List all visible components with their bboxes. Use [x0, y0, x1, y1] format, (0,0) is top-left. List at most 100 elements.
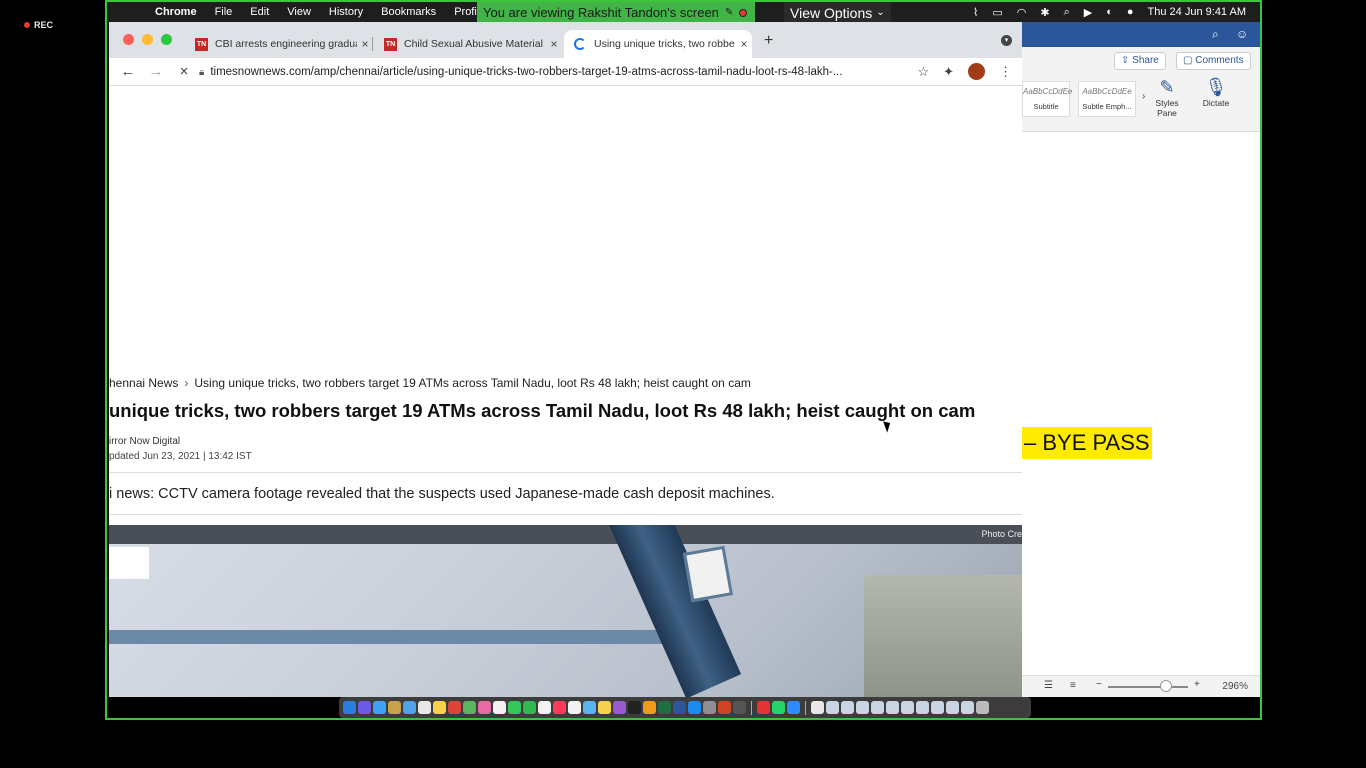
style-subtle-emphasis[interactable]: AaBbCcDdEe Subtle Emph... [1078, 81, 1136, 117]
minimized-window-icon[interactable] [916, 701, 929, 714]
siri-app-icon[interactable] [358, 701, 371, 714]
share-button[interactable]: ⇪ Share [1114, 52, 1166, 70]
facetime-icon[interactable] [523, 701, 536, 714]
bluetooth-icon[interactable]: ✱ [1040, 6, 1049, 19]
siri-icon[interactable]: ● [1127, 6, 1134, 18]
extensions-puzzle-icon[interactable]: ✦ [943, 64, 954, 80]
calendar-icon[interactable] [418, 701, 431, 714]
zoom-slider-knob[interactable] [1160, 680, 1172, 692]
zoom-out-icon[interactable]: − [1096, 679, 1102, 690]
lock-icon[interactable]: 🔒︎ [199, 67, 204, 78]
close-window-button[interactable] [123, 34, 134, 45]
excel-icon[interactable] [658, 701, 671, 714]
finder-icon[interactable] [343, 701, 356, 714]
close-icon[interactable]: × [546, 37, 562, 51]
notes-icon[interactable] [598, 701, 611, 714]
app-store-icon[interactable] [688, 701, 701, 714]
outline-view-icon[interactable]: ☰ [1044, 680, 1053, 691]
profile-avatar[interactable] [968, 63, 985, 80]
acrobat-icon[interactable] [757, 701, 770, 714]
podcasts-icon[interactable] [613, 701, 626, 714]
smiley-feedback-icon[interactable]: ☺ [1236, 27, 1248, 41]
zoom-percentage[interactable]: 296% [1222, 681, 1248, 692]
maps-icon[interactable] [463, 701, 476, 714]
safari-icon[interactable] [373, 701, 386, 714]
chrome-dock-icon[interactable] [448, 701, 461, 714]
menu-file[interactable]: File [215, 6, 233, 18]
apple-tv-icon[interactable] [628, 701, 641, 714]
dictate-button[interactable]: 🎙︎ Dictate [1198, 77, 1234, 108]
zoom-window-button[interactable] [161, 34, 172, 45]
tab-search-icon[interactable]: ▾ [1001, 35, 1012, 46]
forward-arrow-icon[interactable]: → [147, 63, 165, 80]
textedit-icon[interactable] [568, 701, 581, 714]
comments-button[interactable]: ▢ Comments [1176, 52, 1251, 70]
menu-view[interactable]: View [287, 6, 311, 18]
bookmark-star-icon[interactable]: ☆ [917, 64, 929, 80]
powerpoint-icon[interactable] [718, 701, 731, 714]
zoom-slider[interactable] [1108, 686, 1188, 688]
breadcrumb-parent-link[interactable]: hennai News [109, 376, 178, 390]
address-bar[interactable]: 🔒︎ timesnownews.com/amp/chennai/article/… [199, 61, 929, 83]
chevron-right-icon[interactable]: › [1142, 91, 1145, 102]
quicktime-icon[interactable] [733, 701, 746, 714]
preview-icon[interactable] [583, 701, 596, 714]
tab-child-abuse-material[interactable]: TN Child Sexual Abusive Material × [374, 30, 562, 58]
document-icon[interactable] [811, 701, 824, 714]
control-center-icon[interactable]: ◐ [1106, 6, 1113, 18]
chevron-down-icon: ⌄ [876, 7, 885, 18]
spotlight-icon[interactable]: ⌕ [1064, 6, 1070, 19]
search-icon[interactable]: ⌕ [1212, 27, 1219, 42]
media-icon[interactable]: ▶ [1084, 6, 1092, 19]
reminders-icon[interactable] [493, 701, 506, 714]
trash-icon[interactable] [976, 701, 989, 714]
comment-icon: ▢ [1183, 55, 1196, 66]
airpods-icon[interactable]: ⌇ [973, 6, 978, 19]
style-subtitle[interactable]: AaBbCcDdEe Subtitle [1022, 81, 1072, 117]
stickies-icon[interactable] [433, 701, 446, 714]
mail-icon[interactable] [403, 701, 416, 714]
article-byline[interactable]: irror Now Digital [109, 436, 180, 447]
more-menu-icon[interactable]: ⋮ [999, 64, 1012, 80]
stop-loading-icon[interactable]: × [175, 63, 193, 80]
print-layout-icon[interactable]: ≡ [1070, 680, 1076, 691]
minimized-window-icon[interactable] [886, 701, 899, 714]
menu-history[interactable]: History [329, 6, 363, 18]
contacts-icon[interactable] [538, 701, 551, 714]
zoom-in-icon[interactable]: + [1194, 679, 1200, 690]
photos-icon[interactable] [478, 701, 491, 714]
minimized-window-icon[interactable] [856, 701, 869, 714]
minimize-window-button[interactable] [142, 34, 153, 45]
minimized-window-icon[interactable] [946, 701, 959, 714]
styles-pane-button[interactable]: ✎ Styles Pane [1152, 77, 1182, 118]
document-highlighted-text[interactable]: – BYE PASS [1022, 427, 1152, 459]
menu-bookmarks[interactable]: Bookmarks [381, 6, 436, 18]
new-tab-button[interactable]: + [764, 32, 773, 50]
menu-edit[interactable]: Edit [250, 6, 269, 18]
system-preferences-icon[interactable] [703, 701, 716, 714]
menu-app-name[interactable]: Chrome [155, 6, 197, 18]
books-icon[interactable] [643, 701, 656, 714]
zoom-icon[interactable] [787, 701, 800, 714]
menubar-clock[interactable]: Thu 24 Jun 9:41 AM [1148, 6, 1246, 18]
minimized-window-icon[interactable] [871, 701, 884, 714]
tab-cbi-arrests[interactable]: TN CBI arrests engineering gradua × [185, 30, 373, 58]
url-text[interactable]: timesnownews.com/amp/chennai/article/usi… [210, 66, 890, 78]
view-options-button[interactable]: View Options ⌄ [784, 2, 891, 23]
music-icon[interactable] [553, 701, 566, 714]
wifi-icon[interactable]: ◠ [1017, 6, 1027, 19]
messages-icon[interactable] [508, 701, 521, 714]
minimized-window-icon[interactable] [931, 701, 944, 714]
battery-icon[interactable]: ▭ [992, 6, 1002, 19]
notes-app-icon[interactable] [388, 701, 401, 714]
whatsapp-icon[interactable] [772, 701, 785, 714]
minimized-window-icon[interactable] [826, 701, 839, 714]
close-icon[interactable]: × [357, 37, 373, 51]
minimized-window-icon[interactable] [841, 701, 854, 714]
close-icon[interactable]: × [736, 37, 752, 51]
minimized-window-icon[interactable] [961, 701, 974, 714]
minimized-window-icon[interactable] [901, 701, 914, 714]
tab-atm-robbers[interactable]: Using unique tricks, two robbe × [564, 30, 752, 58]
word-dock-icon[interactable] [673, 701, 686, 714]
back-arrow-icon[interactable]: ← [119, 63, 137, 80]
